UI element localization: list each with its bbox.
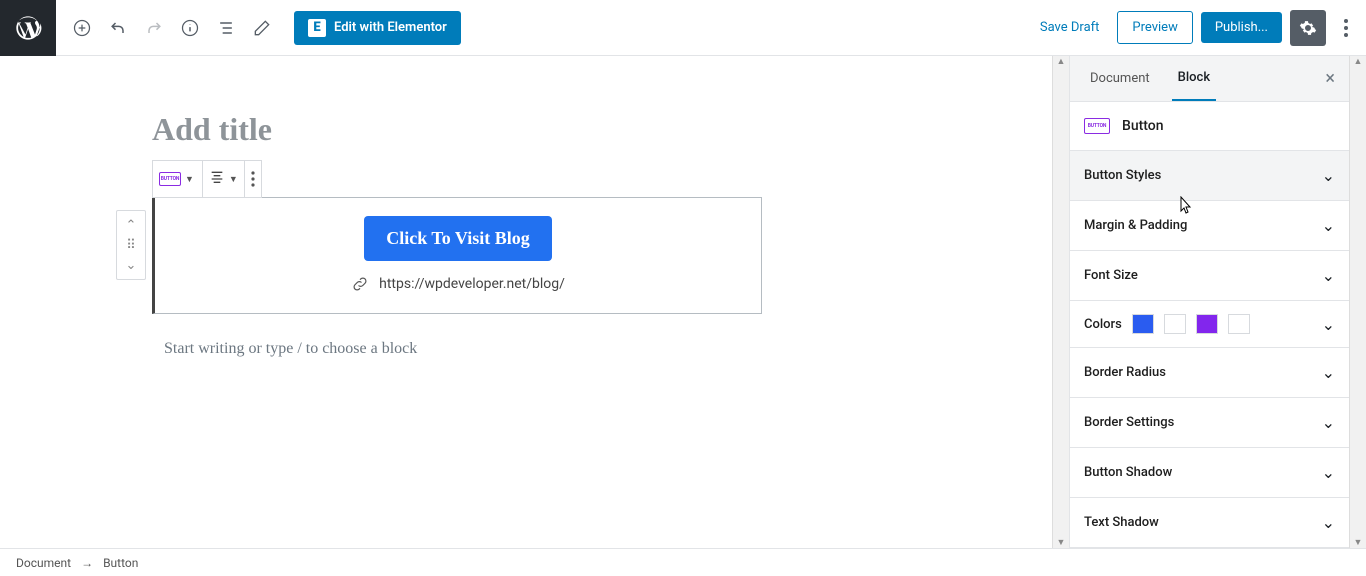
breadcrumb-block[interactable]: Button [103, 556, 138, 570]
chevron-down-icon: ⌄ [1322, 315, 1335, 334]
redo-button[interactable] [136, 10, 172, 46]
block-type-button[interactable]: BUTTON ▼ [153, 161, 203, 197]
info-icon [180, 18, 200, 38]
panel-border-settings[interactable]: Border Settings ⌄ [1070, 398, 1349, 448]
preview-button[interactable]: Preview [1117, 11, 1192, 44]
button-block-icon: BUTTON [159, 172, 181, 186]
color-swatch-text[interactable] [1132, 314, 1154, 334]
editor-content: Add title ⌃ ⠿ ⌄ BUTTON ▼ ▼ [106, 56, 946, 358]
button-link-row: https://wpdeveloper.net/blog/ [165, 275, 751, 293]
block-info: BUTTON Button [1070, 102, 1349, 151]
edit-with-elementor-button[interactable]: E Edit with Elementor [294, 11, 461, 45]
gear-icon [1299, 19, 1317, 37]
more-menu-button[interactable] [1334, 10, 1358, 46]
panel-label: Border Radius [1084, 365, 1166, 380]
chevron-down-icon: ⌄ [1322, 513, 1335, 532]
add-block-button[interactable] [64, 10, 100, 46]
undo-button[interactable] [100, 10, 136, 46]
main-area: Add title ⌃ ⠿ ⌄ BUTTON ▼ ▼ [0, 56, 1366, 548]
sidebar-scrollbar[interactable]: ▲▼ [1349, 56, 1366, 548]
block-mover: ⌃ ⠿ ⌄ [116, 210, 146, 280]
arrow-right-icon: → [81, 556, 93, 570]
button-block[interactable]: Click To Visit Blog https://wpdeveloper.… [152, 197, 762, 314]
color-swatch-accent-bg[interactable] [1228, 314, 1250, 334]
block-options-button[interactable] [245, 161, 261, 197]
wordpress-icon [14, 14, 42, 42]
cursor-icon [1176, 196, 1192, 216]
align-button[interactable]: ▼ [203, 161, 245, 197]
panel-colors[interactable]: Colors ⌄ [1070, 301, 1349, 348]
panel-label: Text Shadow [1084, 515, 1159, 530]
panel-label: Font Size [1084, 268, 1138, 283]
button-block-wrapper: ⌃ ⠿ ⌄ BUTTON ▼ ▼ [152, 160, 946, 314]
outline-icon [216, 18, 236, 38]
chevron-down-icon: ⌄ [1322, 413, 1335, 432]
chevron-down-icon: ⌄ [1322, 363, 1335, 382]
editor-canvas[interactable]: Add title ⌃ ⠿ ⌄ BUTTON ▼ ▼ [0, 56, 1052, 548]
align-center-icon [209, 169, 225, 189]
tab-block[interactable]: Block [1172, 56, 1216, 101]
chevron-down-icon: ⌄ [1322, 266, 1335, 285]
wordpress-logo[interactable] [0, 0, 56, 56]
pencil-icon [252, 18, 272, 38]
panel-font-size[interactable]: Font Size ⌄ [1070, 251, 1349, 301]
default-block-appender[interactable]: Start writing or type / to choose a bloc… [164, 340, 946, 358]
kebab-icon [251, 171, 255, 187]
color-swatch-accent[interactable] [1196, 314, 1218, 334]
close-sidebar-button[interactable]: × [1325, 68, 1335, 89]
panel-label: Colors [1084, 317, 1122, 332]
elementor-label: Edit with Elementor [334, 20, 447, 35]
edit-mode-button[interactable] [244, 10, 280, 46]
toolbar-right: Save Draft Preview Publish... [1030, 10, 1358, 46]
top-toolbar: E Edit with Elementor Save Draft Preview… [0, 0, 1366, 56]
link-icon [351, 275, 369, 293]
button-text-input[interactable]: Click To Visit Blog [364, 216, 552, 261]
info-button[interactable] [172, 10, 208, 46]
drag-handle[interactable]: ⠿ [126, 235, 136, 255]
panel-button-styles[interactable]: Button Styles ⌄ [1070, 151, 1349, 201]
save-draft-button[interactable]: Save Draft [1030, 12, 1110, 43]
panel-border-radius[interactable]: Border Radius ⌄ [1070, 348, 1349, 398]
chevron-down-icon: ▼ [185, 174, 194, 185]
chevron-down-icon: ⌄ [1322, 166, 1335, 185]
editor-scrollbar[interactable]: ▲▼ [1052, 56, 1069, 548]
settings-button[interactable] [1290, 10, 1326, 46]
panel-button-shadow[interactable]: Button Shadow ⌄ [1070, 448, 1349, 498]
move-up-button[interactable]: ⌃ [126, 215, 137, 235]
redo-icon [144, 18, 164, 38]
outline-button[interactable] [208, 10, 244, 46]
post-title-input[interactable]: Add title [152, 111, 772, 148]
panel-margin-padding[interactable]: Margin & Padding ⌄ [1070, 201, 1349, 251]
block-name-label: Button [1122, 118, 1164, 134]
settings-sidebar: Document Block × BUTTON Button Button St… [1069, 56, 1349, 548]
sidebar-tabs: Document Block × [1070, 56, 1349, 102]
chevron-down-icon: ⌄ [1322, 463, 1335, 482]
tab-document[interactable]: Document [1084, 56, 1156, 101]
block-toolbar: BUTTON ▼ ▼ [152, 160, 262, 198]
elementor-icon: E [308, 19, 326, 37]
color-swatch-text-bg[interactable] [1164, 314, 1186, 334]
panel-label: Button Styles [1084, 168, 1161, 183]
chevron-down-icon: ⌄ [1322, 216, 1335, 235]
kebab-icon [1344, 19, 1348, 37]
undo-icon [108, 18, 128, 38]
move-down-button[interactable]: ⌄ [126, 255, 137, 275]
panel-text-shadow[interactable]: Text Shadow ⌄ [1070, 498, 1349, 548]
panel-label: Button Shadow [1084, 465, 1172, 480]
button-link-input[interactable]: https://wpdeveloper.net/blog/ [379, 276, 565, 292]
breadcrumb-document[interactable]: Document [16, 556, 71, 570]
panel-label: Border Settings [1084, 415, 1174, 430]
publish-button[interactable]: Publish... [1201, 12, 1282, 43]
button-block-icon: BUTTON [1084, 118, 1110, 134]
breadcrumb: Document → Button [0, 548, 1366, 576]
panel-label: Margin & Padding [1084, 218, 1187, 233]
plus-circle-icon [72, 18, 92, 38]
chevron-down-icon: ▼ [229, 174, 238, 185]
